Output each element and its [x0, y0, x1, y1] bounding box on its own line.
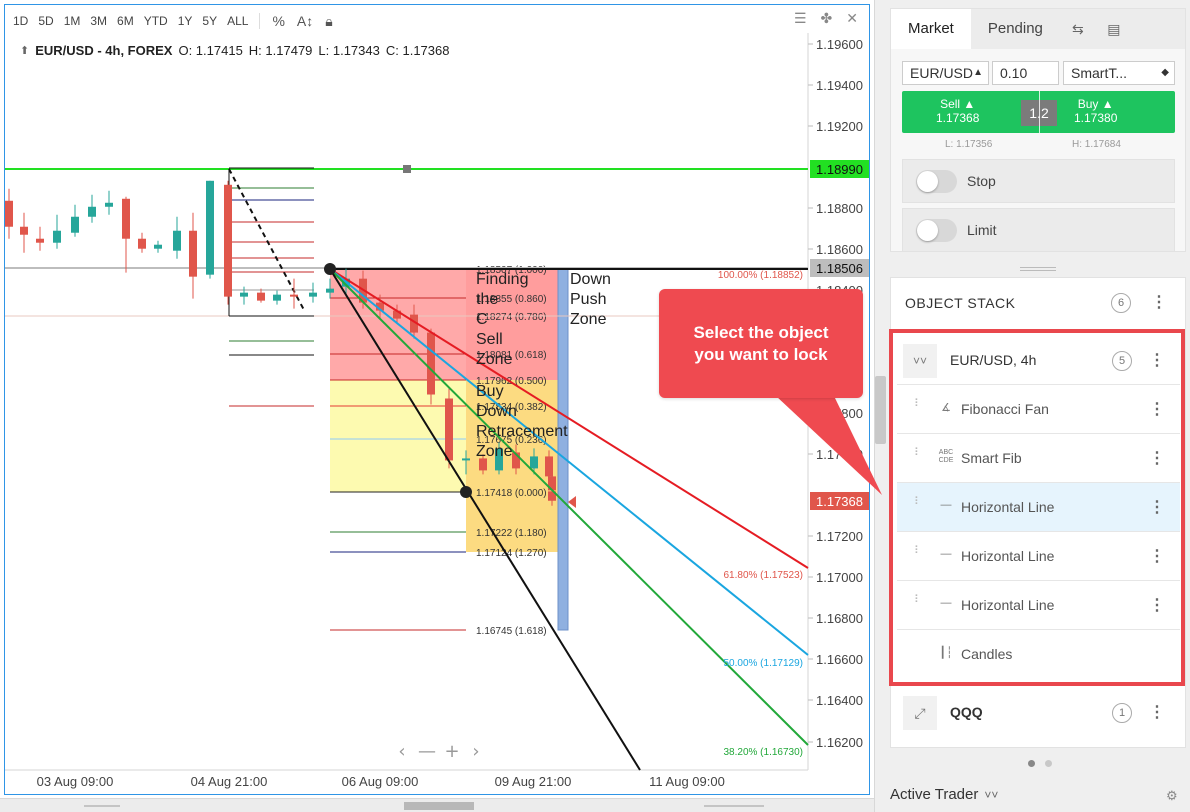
pager-dot[interactable] [1045, 760, 1052, 767]
symbol-value: EUR/USD [910, 65, 974, 81]
timeframe-all[interactable]: ALL [222, 14, 253, 28]
legend-close: C: 1.17368 [385, 43, 450, 58]
quantity-value: 0.10 [1000, 65, 1028, 81]
order-ticket: Market Pending ⇆ ▤ EUR/USD ▲ 0.10 SmartT… [890, 8, 1186, 252]
order-type-select[interactable]: SmartT... ◆ [1063, 61, 1175, 85]
legend-high: H: 1.17479 [248, 43, 313, 58]
buy-button[interactable]: Buy ▲ 1.17380 [1074, 97, 1117, 125]
spread-divider [1039, 91, 1040, 133]
panel-resize-handle[interactable] [875, 376, 886, 444]
scroll-handle[interactable] [704, 805, 764, 807]
toggle-knob [917, 220, 938, 241]
qqq-title: QQQ [950, 704, 983, 720]
trade-bar: Sell ▲ 1.17368 1.2 Buy ▲ 1.17380 [902, 91, 1175, 133]
toggle-knob [917, 171, 938, 192]
toolbar-divider [259, 13, 261, 29]
pager-dot[interactable] [1028, 760, 1035, 767]
timeframe-1d[interactable]: 1D [8, 14, 33, 28]
quantity-input[interactable]: 0.10 [992, 61, 1059, 85]
gear-icon[interactable]: ⚙ [1166, 788, 1178, 804]
auto-scale-icon[interactable]: A↕ [291, 13, 319, 29]
crosshair-icon[interactable]: ✤ [821, 10, 833, 27]
card-icon[interactable]: ▤ [1096, 9, 1132, 49]
legend-symbol: EUR/USD - 4h, FOREX [35, 43, 173, 58]
day-low: L: 1.17356 [945, 139, 993, 150]
transfer-icon[interactable]: ⇆ [1060, 9, 1096, 49]
object-stack-title: OBJECT STACK [905, 295, 1016, 311]
order-tabs: Market Pending ⇆ ▤ [891, 9, 1185, 49]
stop-row: Stop [902, 159, 1175, 203]
spinner-icon: ▲ [973, 67, 983, 78]
scroll-handle[interactable] [84, 805, 120, 807]
close-icon[interactable]: ✕ [846, 10, 858, 27]
chevron-double-down-icon: ˅˅ [984, 788, 999, 802]
legend-open: O: 1.17415 [178, 43, 243, 58]
tab-pending[interactable]: Pending [971, 9, 1060, 49]
sell-price: 1.17368 [936, 111, 980, 125]
lock-icon[interactable]: 🔒︎ [319, 13, 338, 30]
hamburger-icon[interactable]: ☰ [794, 10, 807, 27]
object-count-badge: 6 [1111, 293, 1131, 313]
tooltip-line-1: Select the object [693, 323, 829, 342]
object-stack-menu-icon[interactable]: ⋮ [1151, 295, 1167, 311]
stop-toggle[interactable] [916, 170, 957, 193]
sell-button[interactable]: Sell ▲ 1.17368 [936, 97, 979, 125]
chart-frame-border [4, 4, 870, 795]
collapse-legend-icon[interactable]: ⬆︎ [20, 44, 29, 57]
order-type-value: SmartT... [1071, 65, 1128, 81]
chart-legend: ⬆︎ EUR/USD - 4h, FOREX O: 1.17415 H: 1.1… [20, 43, 449, 58]
chart-window-controls: ☰ ✤ ✕ [794, 10, 858, 27]
timeframe-1y[interactable]: 1Y [173, 14, 198, 28]
percent-icon[interactable]: % [266, 13, 290, 29]
expand-icon[interactable]: ⤢ [903, 696, 937, 730]
tooltip-line-2: you want to lock [694, 345, 828, 364]
limit-row: Limit [902, 208, 1175, 252]
timeframe-1m[interactable]: 1M [59, 14, 86, 28]
legend-low: L: 1.17343 [318, 43, 380, 58]
chart-pane[interactable]: 1.196001.194001.192001.188001.186001.184… [0, 0, 874, 812]
chart-bottom-scroll[interactable] [0, 798, 874, 812]
sell-label: Sell ▲ [940, 97, 976, 111]
qqq-menu-icon[interactable]: ⋮ [1149, 705, 1165, 721]
panel-pager [1028, 760, 1052, 767]
active-trader-label: Active Trader [890, 786, 979, 803]
tooltip-callout: Select the object you want to lock [659, 289, 863, 398]
timeframe-3m[interactable]: 3M [85, 14, 112, 28]
active-trader-toggle[interactable]: Active Trader ˅˅ [890, 786, 998, 804]
chevron-down-icon: ◆ [1161, 67, 1169, 78]
highlight-frame [889, 329, 1185, 686]
buy-price: 1.17380 [1074, 111, 1118, 125]
qqq-count-badge: 1 [1112, 703, 1132, 723]
limit-label: Limit [967, 222, 997, 238]
timeframe-6m[interactable]: 6M [112, 14, 139, 28]
scroll-handle[interactable] [404, 802, 474, 810]
timeframe-5d[interactable]: 5D [33, 14, 58, 28]
panel-resize-grip[interactable] [1020, 267, 1056, 271]
object-group-qqq[interactable]: ⤢ QQQ 1 ⋮ [897, 689, 1180, 738]
timeframe-5y[interactable]: 5Y [197, 14, 222, 28]
chart-toolbar: 1D 5D 1M 3M 6M YTD 1Y 5Y ALL % A↕ 🔒︎ [8, 10, 339, 32]
day-high: H: 1.17684 [1072, 139, 1121, 150]
stop-label: Stop [967, 173, 996, 189]
symbol-select[interactable]: EUR/USD ▲ [902, 61, 989, 85]
tab-market[interactable]: Market [891, 9, 971, 49]
timeframe-ytd[interactable]: YTD [139, 14, 173, 28]
buy-label: Buy ▲ [1077, 97, 1114, 111]
limit-toggle[interactable] [916, 219, 957, 242]
